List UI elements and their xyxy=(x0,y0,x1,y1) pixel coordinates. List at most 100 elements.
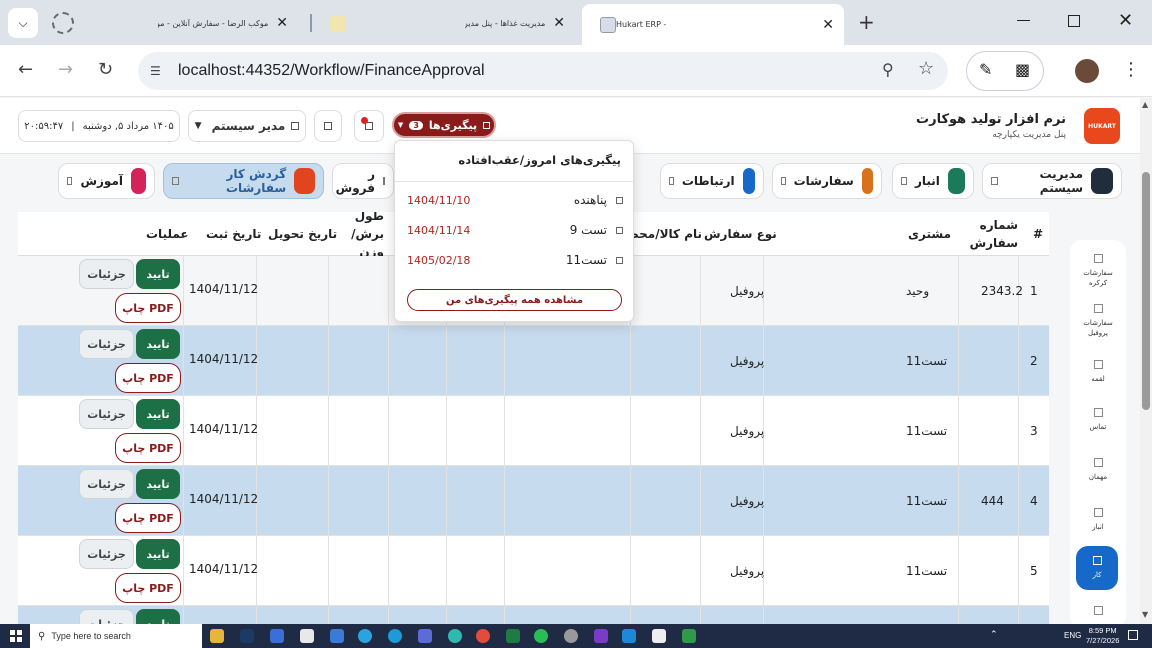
details-button[interactable]: جزئیات xyxy=(79,259,134,289)
nav-card-orders[interactable]: سفارشات xyxy=(772,163,882,199)
scroll-thumb[interactable] xyxy=(1142,172,1150,410)
app-icon[interactable] xyxy=(682,629,696,643)
nav-card-sales[interactable]: ر فروش xyxy=(332,163,394,199)
details-button[interactable]: جزئیات xyxy=(79,329,134,359)
language-indicator[interactable]: ENG xyxy=(1064,631,1081,640)
notification-center-icon[interactable] xyxy=(1128,630,1138,640)
page-scrollbar[interactable]: ▲ ▼ xyxy=(1140,98,1152,624)
column-divider xyxy=(446,326,447,395)
nav-card-order-workflow[interactable]: گردش کار سفارشات xyxy=(163,163,324,199)
edge-icon[interactable] xyxy=(388,629,402,643)
column-divider xyxy=(700,536,701,605)
shutter-icon xyxy=(1093,254,1103,263)
followup-item[interactable]: تست 9 1404/11/14 xyxy=(395,217,635,245)
column-divider xyxy=(504,606,505,624)
address-bar[interactable]: ☰ localhost:44352/Workflow/FinanceApprov… xyxy=(138,52,948,90)
excel-icon[interactable] xyxy=(506,629,520,643)
reload-icon[interactable]: ↻ xyxy=(98,59,113,80)
sidebar-item-warehouse[interactable]: انبار xyxy=(1070,508,1126,533)
chrome-icon[interactable] xyxy=(476,629,490,643)
windows-start-icon[interactable] xyxy=(10,630,22,642)
forward-icon[interactable]: → xyxy=(58,59,73,80)
details-button[interactable]: جزئیات xyxy=(79,399,134,429)
extensions-icon[interactable]: ▩ xyxy=(1015,60,1030,79)
column-divider xyxy=(388,396,389,465)
nav-card-system-admin[interactable]: مدیریت سیستم xyxy=(982,163,1122,199)
sidebar-item-profile-orders[interactable]: سفارشات پروفیل xyxy=(1070,304,1126,339)
datetime-display: ۱۴۰۵ مرداد ۵, دوشنبه | ۲۰:۵۹:۴۷ xyxy=(18,110,180,142)
followup-item[interactable]: پناهنده 1404/11/10 xyxy=(395,187,635,215)
taskbar-search[interactable]: ⚲ Type here to search xyxy=(30,624,202,648)
sidebar-item-loghmeh[interactable]: لقمه xyxy=(1070,360,1126,385)
approve-button[interactable]: تایید xyxy=(136,329,180,359)
app-icon[interactable] xyxy=(270,629,284,643)
tab-hukart-erp[interactable]: Hukart ERP - ✕ xyxy=(582,4,844,45)
print-pdf-button[interactable]: چاپ PDF xyxy=(115,503,181,533)
eyedropper-icon[interactable]: ✎ xyxy=(979,60,992,79)
bookmark-star-icon[interactable]: ☆ xyxy=(918,58,934,79)
file-explorer-icon[interactable] xyxy=(210,629,224,643)
photoshop-icon[interactable] xyxy=(240,629,254,643)
vscode-icon[interactable] xyxy=(622,629,636,643)
followups-button[interactable]: پیگیری‌ها 3 ▼ xyxy=(392,112,496,138)
new-tab-button[interactable]: + xyxy=(858,10,875,34)
site-settings-icon[interactable]: ☰ xyxy=(150,64,161,78)
print-pdf-button[interactable]: چاپ PDF xyxy=(115,293,181,323)
approve-button[interactable]: تایید xyxy=(136,539,180,569)
scroll-down-arrow[interactable]: ▼ xyxy=(1142,610,1148,619)
back-icon[interactable]: ← xyxy=(18,59,33,80)
approve-button[interactable]: تایید xyxy=(136,259,180,289)
app-icon[interactable] xyxy=(564,629,578,643)
scroll-up-arrow[interactable]: ▲ xyxy=(1142,100,1148,109)
sidebar-item-more[interactable] xyxy=(1070,606,1126,621)
nav-card-warehouse[interactable]: انبار xyxy=(892,163,974,199)
close-tab-icon[interactable]: ✕ xyxy=(276,15,288,31)
nav-card-communications[interactable]: ارتباطات xyxy=(660,163,764,199)
tab-mokeb[interactable]: موکب الرضا - سفارش آنلاین - موکب الرضا ✕ xyxy=(148,6,298,40)
maximize-button[interactable] xyxy=(1068,15,1080,27)
clock[interactable]: 8:59 PM 7/27/2026 xyxy=(1086,626,1119,646)
app-icon[interactable] xyxy=(652,629,666,643)
loading-icon xyxy=(52,12,74,34)
store-icon[interactable] xyxy=(300,629,314,643)
app-icon[interactable] xyxy=(448,629,462,643)
followup-item[interactable]: تست11 1405/02/18 xyxy=(395,247,635,275)
column-divider xyxy=(958,606,959,624)
browser-menu-icon[interactable]: ⋮ xyxy=(1122,59,1140,80)
user-menu[interactable]: مدیر سیستم ▼ xyxy=(188,110,306,142)
zoom-icon[interactable]: ⚲ xyxy=(882,60,894,79)
sidebar-item-shutter-orders[interactable]: سفارشات کرکره xyxy=(1070,254,1126,289)
details-button[interactable]: جزئیات xyxy=(79,469,134,499)
close-window-button[interactable]: ✕ xyxy=(1118,10,1133,31)
notifications-button[interactable] xyxy=(354,110,384,142)
print-pdf-button[interactable]: چاپ PDF xyxy=(115,573,181,603)
sidebar-item-contact[interactable]: تماس xyxy=(1070,408,1126,433)
settings-button[interactable] xyxy=(314,110,342,142)
close-tab-icon[interactable]: ✕ xyxy=(822,17,834,33)
whatsapp-icon[interactable] xyxy=(534,629,548,643)
mail-icon[interactable] xyxy=(330,629,344,643)
column-divider xyxy=(183,606,184,624)
close-tab-icon[interactable]: ✕ xyxy=(553,15,565,31)
approve-button[interactable]: تایید xyxy=(136,399,180,429)
sidebar-item-guest[interactable]: مهمان xyxy=(1070,458,1126,483)
tab-list-button[interactable]: ⌵ xyxy=(8,8,38,38)
visual-studio-icon[interactable] xyxy=(594,629,608,643)
sidebar-item-work[interactable]: کار xyxy=(1076,546,1118,590)
tab-food-admin[interactable]: مدیریت غذاها - پنل مدیریت ✕ xyxy=(455,6,575,40)
approve-button[interactable]: تایید xyxy=(136,609,180,624)
tray-icons[interactable]: ⌃ xyxy=(990,630,998,640)
details-button[interactable]: جزئیات xyxy=(79,609,134,624)
approve-button[interactable]: تایید xyxy=(136,469,180,499)
minimize-button[interactable] xyxy=(1017,20,1030,21)
nav-card-training[interactable]: آموزش xyxy=(58,163,155,199)
telegram-icon[interactable] xyxy=(358,629,372,643)
view-all-followups-button[interactable]: مشاهده همه پیگیری‌های من xyxy=(407,289,622,311)
print-pdf-button[interactable]: چاپ PDF xyxy=(115,433,181,463)
details-button[interactable]: جزئیات xyxy=(79,539,134,569)
square-icon xyxy=(781,177,786,185)
print-pdf-button[interactable]: چاپ PDF xyxy=(115,363,181,393)
profile-avatar[interactable] xyxy=(1075,59,1099,83)
followups-icon xyxy=(483,121,491,129)
app-icon[interactable] xyxy=(418,629,432,643)
